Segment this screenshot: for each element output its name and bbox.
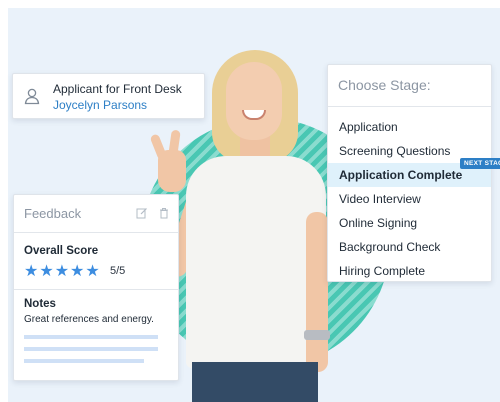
notes-label: Notes	[24, 298, 56, 310]
overall-score-label: Overall Score	[24, 245, 99, 257]
stage-list: Application Screening Questions Applicat…	[328, 107, 491, 283]
applicant-role: Applicant for Front Desk	[53, 82, 182, 96]
photo-hand	[158, 150, 186, 192]
photo-face	[226, 62, 282, 140]
stage-item-hiring-complete[interactable]: Hiring Complete	[328, 259, 491, 283]
score-value: 5/5	[110, 265, 126, 277]
placeholder-line	[24, 335, 158, 339]
feedback-header: Feedback	[14, 195, 178, 233]
next-stage-badge: NEXT STAGE	[460, 158, 500, 169]
user-icon	[23, 87, 41, 105]
stage-item-application[interactable]: Application	[328, 115, 491, 139]
photo-arm-right	[306, 212, 328, 372]
placeholder-line	[24, 359, 144, 363]
photo-jeans	[192, 362, 318, 402]
feedback-card: Feedback Overall Score ★★★★★ 5/5 Notes G…	[13, 194, 179, 381]
applicant-card[interactable]: Applicant for Front Desk Joycelyn Parson…	[12, 73, 205, 119]
trash-icon[interactable]	[158, 207, 170, 219]
choose-stage-title: Choose Stage:	[328, 65, 491, 107]
notes-text: Great references and energy.	[24, 314, 154, 325]
placeholder-line	[24, 347, 158, 351]
applicant-name-link[interactable]: Joycelyn Parsons	[53, 98, 147, 112]
stage-item-background-check[interactable]: Background Check	[328, 235, 491, 259]
choose-stage-panel: Choose Stage: Application Screening Ques…	[327, 64, 492, 282]
stage-item-online-signing[interactable]: Online Signing	[328, 211, 491, 235]
edit-icon[interactable]	[136, 207, 148, 219]
stage-item-video-interview[interactable]: Video Interview	[328, 187, 491, 211]
feedback-tools	[130, 207, 170, 222]
photo-watch	[304, 330, 330, 340]
divider	[14, 289, 178, 290]
feedback-title: Feedback	[24, 206, 82, 221]
star-rating: ★★★★★	[24, 263, 101, 280]
